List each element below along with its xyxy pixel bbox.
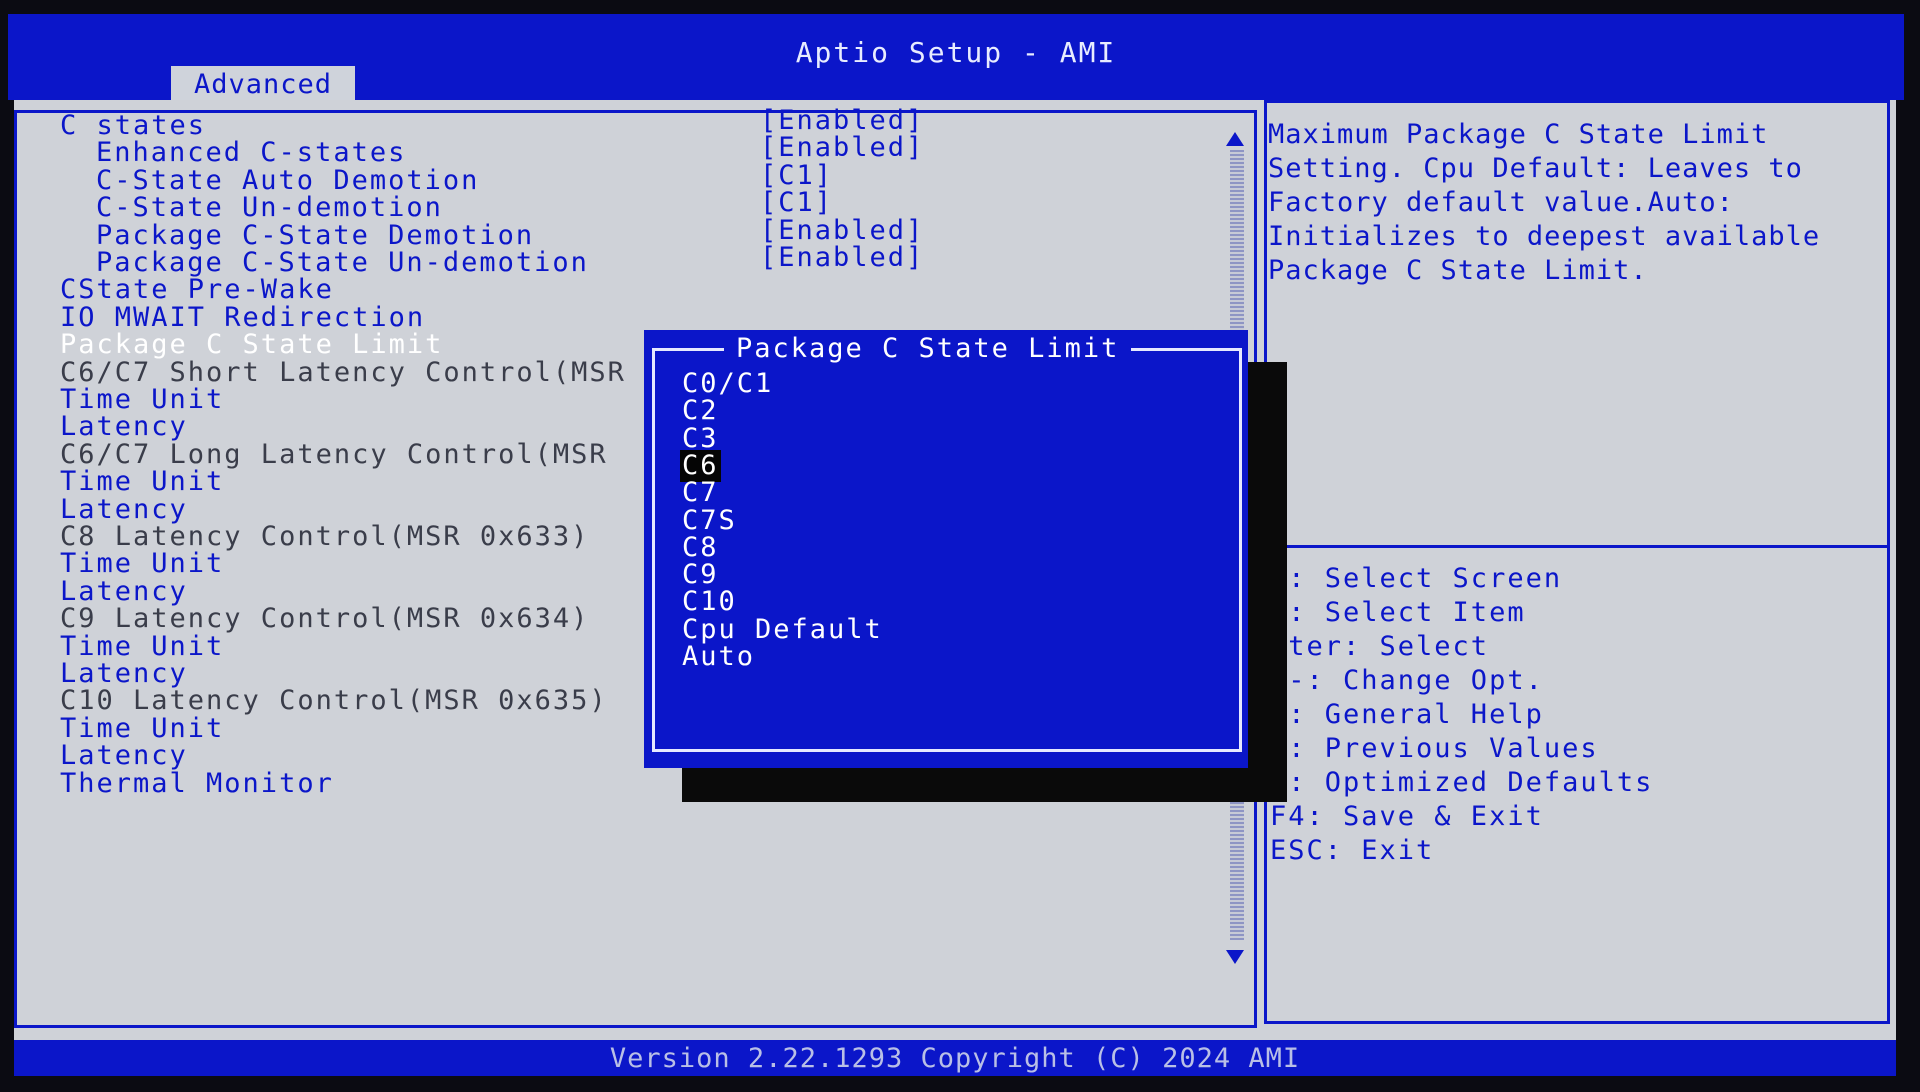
tab-advanced[interactable]: Advanced <box>171 66 355 102</box>
key-help-item: nter: Select <box>1270 631 1490 662</box>
setting-label[interactable]: Time Unit <box>60 548 224 579</box>
setting-label[interactable]: Latency <box>60 740 188 771</box>
setting-value[interactable]: [Enabled] <box>760 132 924 163</box>
setting-label[interactable]: Time Unit <box>60 466 224 497</box>
setting-label[interactable]: Thermal Monitor <box>60 768 334 799</box>
setting-value[interactable]: [Enabled] <box>760 242 924 273</box>
key-help-item: F4: Save & Exit <box>1270 801 1544 832</box>
setting-label[interactable]: C-State Un-demotion <box>96 192 443 223</box>
key-help-item: ESC: Exit <box>1270 835 1435 866</box>
bios-screen: Aptio Setup - AMI Advanced C states [Enab… <box>0 0 1920 1092</box>
scroll-down-arrow-icon[interactable] <box>1226 950 1244 964</box>
footer-bar: Version 2.22.1293 Copyright (C) 2024 AMI <box>14 1040 1896 1076</box>
footer-version: Version 2.22.1293 Copyright (C) 2024 AMI <box>609 1043 1301 1074</box>
key-help-item: /-: Change Opt. <box>1270 665 1544 696</box>
help-divider <box>1285 545 1890 548</box>
key-help-item: 2: Previous Values <box>1270 733 1599 764</box>
key-help-item: ↓: Select Item <box>1270 597 1526 628</box>
popup-border <box>652 348 1242 752</box>
setting-value[interactable]: [C1] <box>760 187 833 218</box>
setting-label[interactable]: Package C State Limit <box>60 329 443 360</box>
key-help-item: 1: General Help <box>1270 699 1544 730</box>
key-help-item: 3: Optimized Defaults <box>1270 767 1654 798</box>
setting-label: C9 Latency Control(MSR 0x634) <box>60 603 590 634</box>
help-text: Maximum Package C State Limit Setting. C… <box>1268 119 1838 286</box>
window-title: Aptio Setup - AMI <box>795 36 1117 69</box>
key-help-item: ←: Select Screen <box>1270 563 1563 594</box>
setting-label[interactable]: Enhanced C-states <box>96 137 406 168</box>
scroll-up-arrow-icon[interactable] <box>1226 132 1244 146</box>
setting-label[interactable]: Latency <box>60 411 188 442</box>
popup-option[interactable]: Auto <box>682 641 755 673</box>
key-help: ←: Select Screen ↓: Select Item nter: Se… <box>1270 562 1870 868</box>
setting-label: C10 Latency Control(MSR 0x635) <box>60 685 608 716</box>
popup-title: Package C State Limit <box>724 332 1132 366</box>
setting-label[interactable]: CState Pre-Wake <box>60 274 334 305</box>
